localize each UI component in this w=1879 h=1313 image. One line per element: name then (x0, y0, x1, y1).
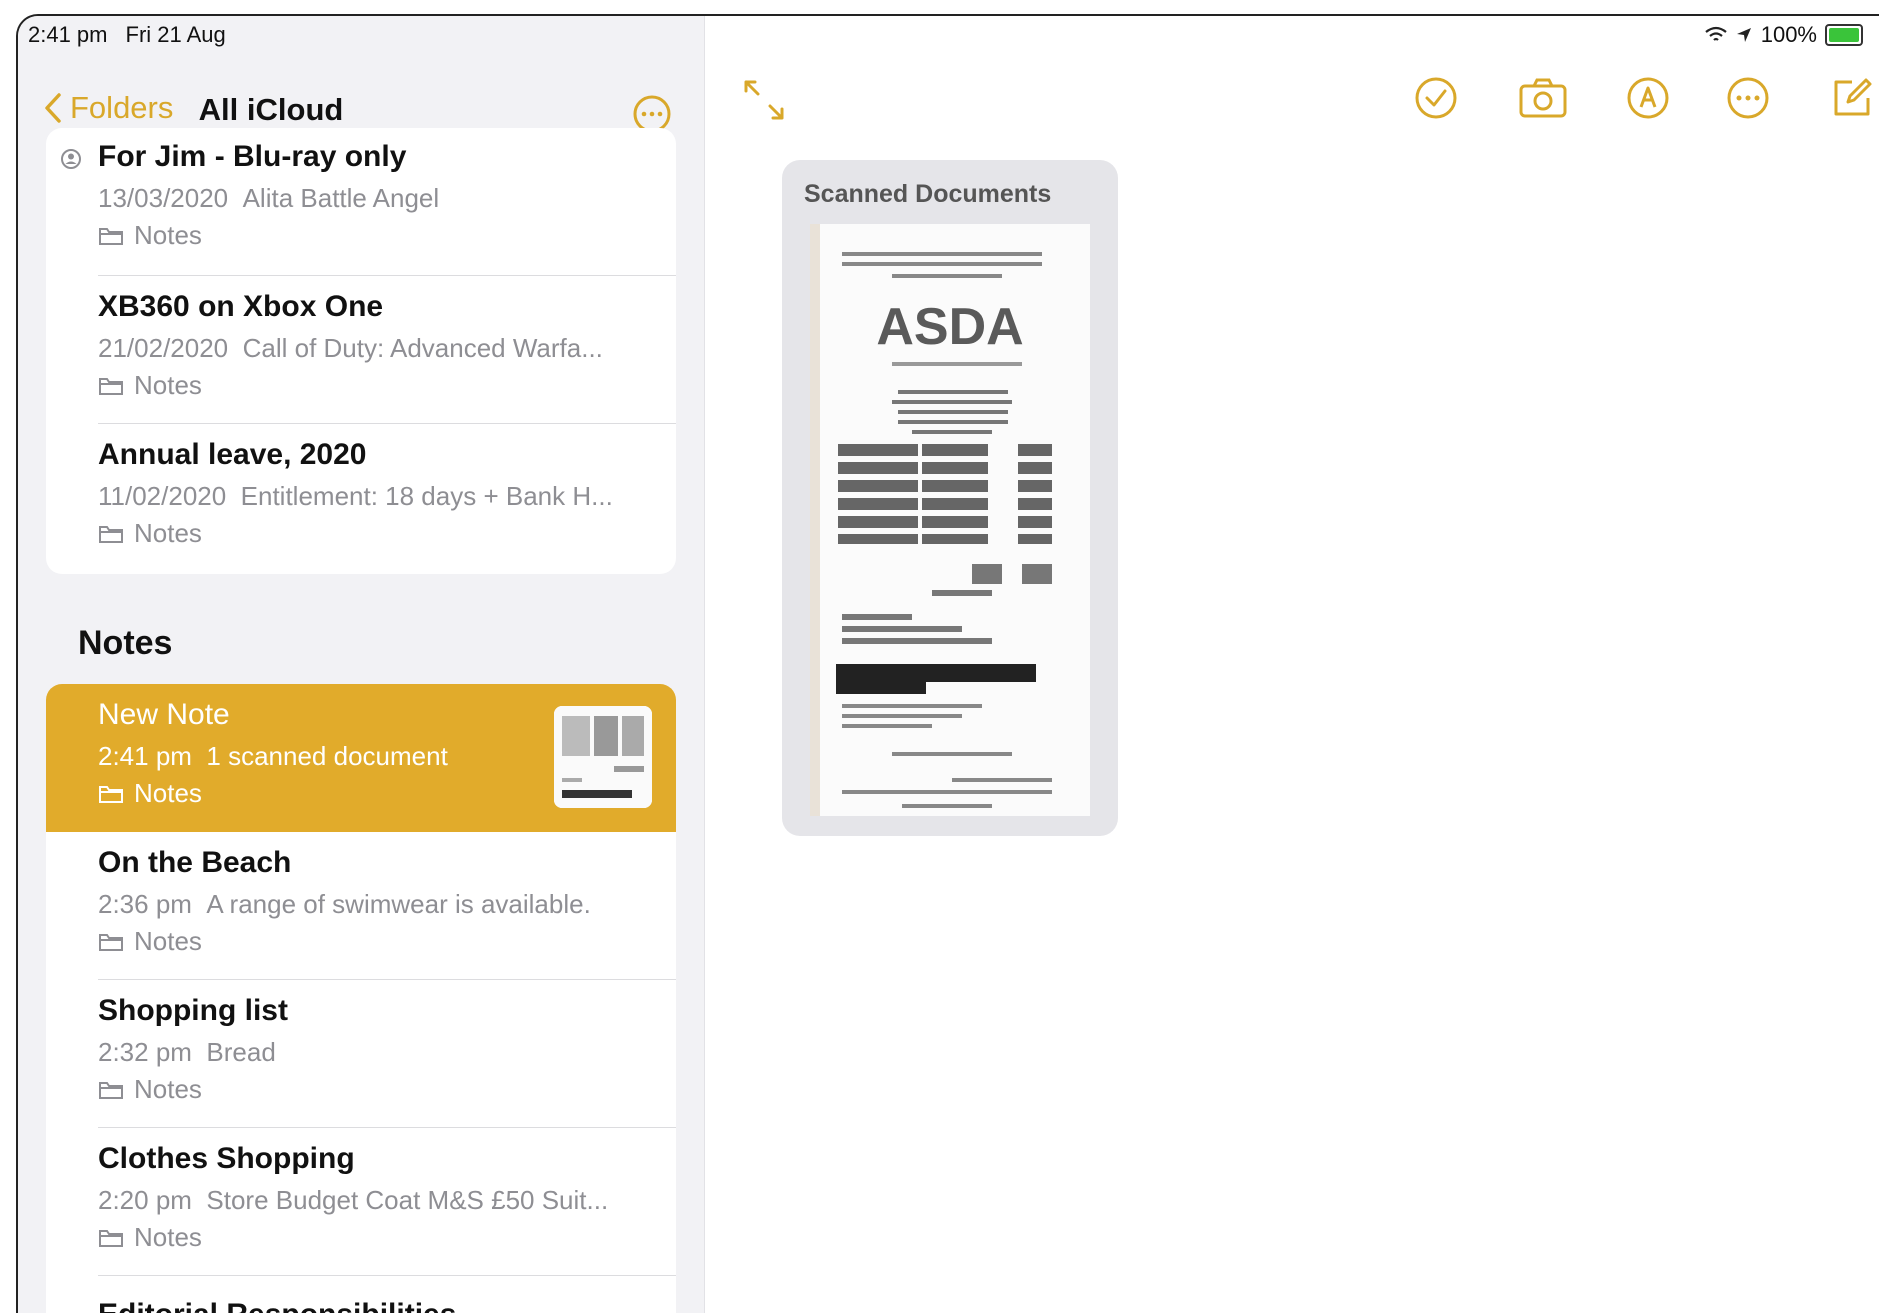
list-item[interactable]: Clothes Shopping 2:20 pm Store Budget Co… (46, 1128, 676, 1276)
status-date: Fri 21 Aug (125, 22, 226, 47)
note-folder: Notes (98, 518, 202, 549)
note-meta: 2:36 pm A range of swimwear is available… (98, 889, 591, 920)
receipt-image: ASDA (810, 224, 1090, 816)
camera-icon (1519, 78, 1567, 118)
pinned-notes-group: For Jim - Blu-ray only 13/03/2020 Alita … (46, 128, 676, 574)
note-folder: Notes (98, 926, 202, 957)
list-item[interactable]: Shopping list 2:32 pm Bread Notes (46, 980, 676, 1128)
folder-icon (99, 227, 123, 245)
note-preview: Entitlement: 18 days + Bank H... (240, 481, 613, 511)
note-folder: Notes (98, 220, 202, 251)
list-item[interactable]: For Jim - Blu-ray only 13/03/2020 Alita … (46, 128, 676, 276)
list-item[interactable]: Editorial Responsibilities (46, 1276, 676, 1313)
note-folder-label: Notes (134, 926, 202, 956)
list-item[interactable]: On the Beach 2:36 pm A range of swimwear… (46, 832, 676, 980)
note-preview: A range of swimwear is available. (206, 889, 591, 919)
list-item[interactable]: Annual leave, 2020 11/02/2020 Entitlemen… (46, 424, 676, 572)
note-folder: Notes (98, 1074, 202, 1105)
notes-group: New Note 2:41 pm 1 scanned document Note… (46, 684, 676, 1313)
list-item-selected[interactable]: New Note 2:41 pm 1 scanned document Note… (46, 684, 676, 832)
note-date: 2:32 pm (98, 1037, 192, 1067)
sidebar-title: All iCloud (198, 92, 344, 127)
folder-icon (99, 933, 123, 951)
status-time: 2:41 pm (28, 22, 108, 47)
wifi-icon (1705, 26, 1727, 41)
folder-icon (99, 1081, 123, 1099)
note-folder-label: Notes (134, 1222, 202, 1252)
note-date: 11/02/2020 (98, 481, 227, 511)
status-bar-right: 100% (1705, 22, 1863, 48)
note-date: 21/02/2020 (98, 333, 229, 363)
ipad-screen: 2:41 pm Fri 21 Aug Folders All iCloud For… (16, 14, 1879, 1313)
folder-icon (99, 1229, 123, 1247)
checklist-button[interactable] (1414, 76, 1458, 125)
folder-icon (99, 525, 123, 543)
markup-pen-icon (1627, 77, 1669, 119)
note-title: XB360 on Xbox One (98, 290, 384, 323)
note-folder-label: Notes (134, 518, 202, 548)
note-meta: 13/03/2020 Alita Battle Angel (98, 183, 439, 214)
card-title: Scanned Documents (804, 180, 1052, 208)
note-date: 13/03/2020 (98, 183, 229, 213)
scanned-documents-card[interactable]: Scanned Documents ASDA (782, 160, 1118, 836)
note-folder-label: Notes (134, 370, 202, 400)
note-title: For Jim - Blu-ray only (98, 140, 407, 173)
note-folder-label: Notes (134, 1074, 202, 1104)
scan-thumbnail (554, 706, 652, 808)
location-icon (1736, 28, 1751, 42)
status-bar-left: 2:41 pm Fri 21 Aug (28, 22, 244, 48)
notes-section-title: Notes (78, 624, 173, 662)
camera-button[interactable] (1518, 76, 1568, 125)
note-preview: Call of Duty: Advanced Warfa... (242, 333, 603, 363)
note-folder-label: Notes (134, 220, 202, 250)
note-meta: 21/02/2020 Call of Duty: Advanced Warfa.… (98, 333, 603, 364)
markup-button[interactable] (1626, 76, 1670, 125)
note-title: Shopping list (98, 994, 288, 1027)
folder-icon (99, 785, 123, 803)
note-meta: 2:32 pm Bread (98, 1037, 276, 1068)
note-folder: Notes (98, 1222, 202, 1253)
receipt-thumbnail-image (554, 706, 652, 808)
note-more-button[interactable] (1726, 76, 1770, 125)
note-preview: 1 scanned document (206, 741, 448, 771)
battery-percent: 100% (1760, 22, 1817, 47)
note-meta: 2:20 pm Store Budget Coat M&S £50 Suit..… (98, 1185, 608, 1216)
compose-icon (1834, 78, 1872, 116)
pin-icon (61, 149, 81, 169)
battery-icon (1825, 24, 1863, 46)
list-item[interactable]: XB360 on Xbox One 21/02/2020 Call of Dut… (46, 276, 676, 424)
compose-button[interactable] (1830, 76, 1874, 125)
note-date: 2:20 pm (98, 1185, 192, 1215)
folder-icon (99, 377, 123, 395)
note-title: Annual leave, 2020 (98, 438, 367, 471)
expand-arrows-icon (744, 80, 784, 120)
note-meta: 2:41 pm 1 scanned document (98, 741, 448, 772)
note-preview: Alita Battle Angel (242, 183, 440, 213)
note-title: New Note (98, 698, 230, 731)
note-meta: 11/02/2020 Entitlement: 18 days + Bank H… (98, 481, 613, 512)
note-preview: Store Budget Coat M&S £50 Suit... (206, 1185, 609, 1215)
expand-button[interactable] (742, 78, 786, 127)
note-date: 2:36 pm (98, 889, 192, 919)
note-preview: Bread (206, 1037, 276, 1067)
notes-sidebar: 2:41 pm Fri 21 Aug Folders All iCloud For… (18, 16, 705, 1313)
note-folder: Notes (98, 778, 202, 809)
more-circle-icon (1727, 77, 1769, 119)
note-title: On the Beach (98, 846, 292, 879)
note-title: Clothes Shopping (98, 1142, 355, 1175)
checkmark-circle-icon (1415, 77, 1457, 119)
note-folder: Notes (98, 370, 202, 401)
receipt-scan[interactable]: ASDA (802, 224, 1098, 824)
receipt-brand: ASDA (876, 298, 1023, 356)
note-folder-label: Notes (134, 778, 202, 808)
note-date: 2:41 pm (98, 741, 192, 771)
